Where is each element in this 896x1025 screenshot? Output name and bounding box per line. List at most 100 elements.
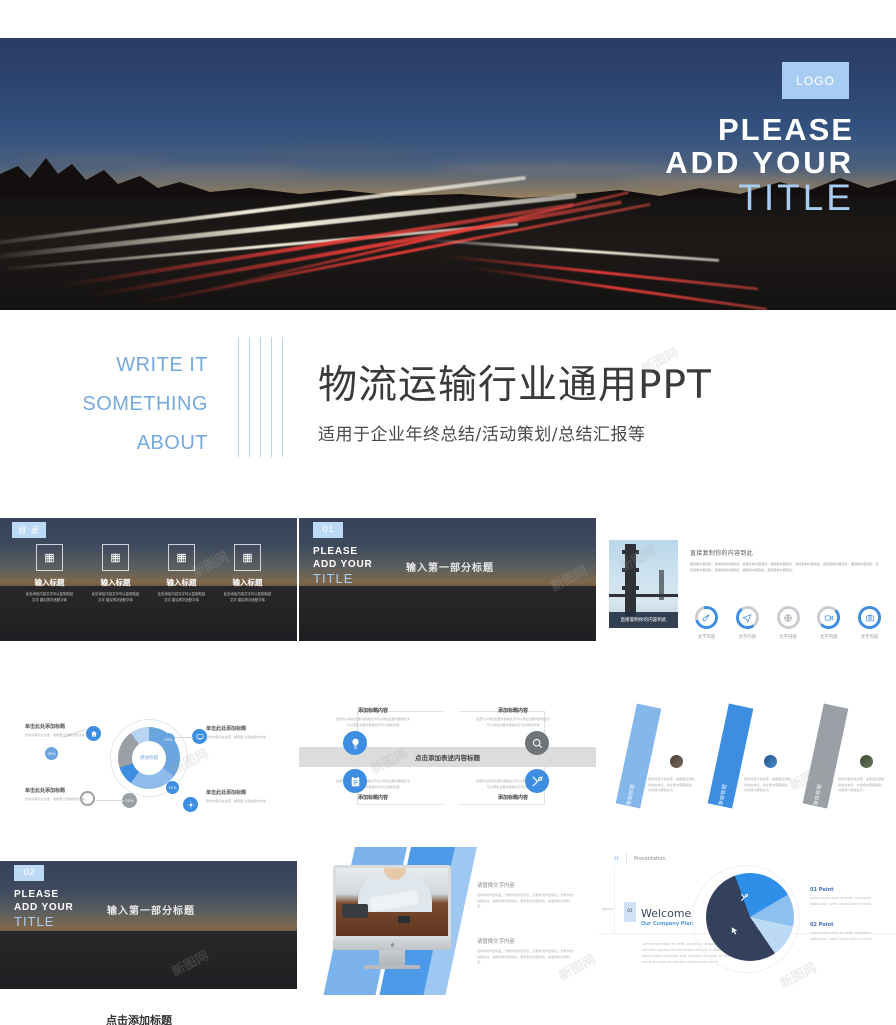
pie-point-desc: Lorem ipsum dolor sit amet, consetetur s… <box>810 930 872 941</box>
process-box: 添加标题内容 这里可以添加主要内容或文字可以添加主要内容或文字可以添加主要内容或… <box>335 707 411 728</box>
divider <box>626 854 628 863</box>
toc-item[interactable]: 输入标题 此处添加内容文字可以复制粘贴文字 建议再次适配字体 <box>92 544 140 604</box>
write-it-column: WRITE IT SOMETHING ABOUT <box>48 346 208 463</box>
bridge-text-block: 直接复制你的内容到此 据复制内容到此，直接复制内容到此，直接复制内容到此，据复制… <box>690 548 880 573</box>
donut-percent-badge: 35% <box>45 747 58 760</box>
imac-chin <box>333 939 451 950</box>
toc-item-desc: 此处添加内容文字可以复制粘贴文字 建议再次适配字体 <box>157 592 206 602</box>
pie-slide-area: 01 Presentation Ajency 01 Welcome Our Co… <box>598 847 895 995</box>
pie-point: 02 Point Lorem ipsum dolor sit amet, con… <box>810 922 888 943</box>
bridge-photo: 直接复制你的内容到此 <box>609 540 678 628</box>
progress-icon-item[interactable]: 文字内容 <box>812 606 845 640</box>
magnifier-icon[interactable] <box>525 731 549 755</box>
slide-thumb-section-01[interactable]: 01 PLEASE ADD YOUR TITLE 输入第一部分标题 新图网 <box>299 518 596 641</box>
monitor-icon <box>192 729 207 744</box>
section-line3: TITLE <box>313 571 354 586</box>
building-icon <box>168 544 195 571</box>
progress-icon-label: 文字内容 <box>738 635 757 640</box>
building-icon <box>234 544 261 571</box>
pie-slices <box>706 873 794 961</box>
toc-item-desc: 此处添加内容文字可以复制粘贴文字 建议再次适配字体 <box>91 592 140 602</box>
slide-thumb-slant-bars[interactable]: 添加标题 您的内容打在这里，或者通过复制您的文本后，在此框中选择粘贴，并选择只保… <box>598 681 895 827</box>
bridge-body: 据复制内容到此，直接复制内容到此，直接复制内容到此，据复制内容到此，直接复制内容… <box>690 562 879 572</box>
donut-percent-badge: 25% <box>162 733 175 746</box>
progress-icon-label: 文字内容 <box>819 635 838 640</box>
slant-bar-label: 添加标题 <box>812 783 823 807</box>
bridge-heading: 直接复制你的内容到此 <box>690 550 754 557</box>
process-box-title: 添加标题内容 <box>357 708 388 714</box>
section-line3: TITLE <box>14 914 55 929</box>
imac-block-desc: 复制你的内容到此，复制你的内容到此，复制你的内容到此，复制你的内容到此，复制你的… <box>477 949 573 965</box>
toc-item[interactable]: 输入标题 此处添加内容文字可以复制粘贴文字 建议再次适配字体 <box>224 544 272 604</box>
process-box-desc: 这里可以添加主要内容或文字可以添加主要内容或文字可以添加主要内容或文字可以添加内… <box>335 717 411 727</box>
building-icon <box>102 544 129 571</box>
donut-label-desc: 您的内容打在这里，或者通 过复制您的文本。 <box>206 799 269 803</box>
section-line1: PLEASE <box>14 889 59 900</box>
pie-header: 01 Presentation <box>614 854 666 863</box>
video-icon <box>817 606 841 629</box>
write-line-1: WRITE IT <box>116 354 208 376</box>
imac-base <box>364 965 420 969</box>
slant-bar-label: 添加标题 <box>625 783 636 807</box>
presentation-preview-page: LOGO PLEASE ADD YOUR TITLE WRITE IT SOME… <box>0 0 896 1025</box>
donut-label-desc: 您的内容打在这里，或者通 过复制您的文本。 <box>25 733 88 737</box>
section-number-tag: 01 <box>313 522 343 538</box>
write-line-2: SOMETHING <box>82 393 208 415</box>
vertical-rule <box>614 867 615 933</box>
pie-welcome-title: Welcome <box>641 907 692 920</box>
slant-thumb-photo <box>670 755 683 768</box>
donut-label: 单击此处添加标题 您的内容打在这里，或者通 过复制您的文本。 <box>206 789 284 805</box>
imac-photo <box>336 868 448 936</box>
slide-thumb-section-02[interactable]: 02 PLEASE ADD YOUR TITLE 输入第一部分标题 新图网 <box>0 861 297 989</box>
process-bar-label: 点击添加表述内容标题 <box>415 754 480 762</box>
slide-thumb-pie-chart[interactable]: 01 Presentation Ajency 01 Welcome Our Co… <box>598 847 895 995</box>
process-box-title: 添加标题内容 <box>497 795 528 802</box>
donut-label-title: 单击此处添加标题 <box>206 790 247 796</box>
clipboard-icon[interactable] <box>343 769 367 793</box>
imac-block-title: 请替换文字内容 <box>477 939 515 945</box>
section-number: 01 <box>322 525 334 535</box>
paper-plane-icon <box>733 604 761 631</box>
imac-screen <box>333 865 451 939</box>
donut-percent-badge: 20% <box>122 793 137 808</box>
slant-bar-text: 您的内容打在这里，或者通过复制您的文本后，在此框中选择粘贴，并选择只保留文字。 <box>744 777 791 793</box>
pie-point-desc: Lorem ipsum dolor sit amet, consetetur s… <box>810 896 872 906</box>
progress-icon-label: 文字内容 <box>697 635 716 640</box>
slide-thumb-imac[interactable]: 请替换文字内容 复制你的内容到此，复制你的内容到此，复制你的内容到此，复制你的内… <box>299 847 596 995</box>
slant-bar-label: 添加标题 <box>717 783 728 807</box>
donut-percent-badge: 10% <box>166 781 179 794</box>
slide-thumb-process[interactable]: 点击添加表述内容标题 添加标题内容 这里可以添加主要内容或文字可以添加主要内容或… <box>299 681 596 827</box>
toc-item-desc: 此处添加内容文字可以复制粘贴文字 建议再次适配字体 <box>25 592 74 602</box>
imac-mockup <box>333 865 451 969</box>
cursor-icon <box>730 923 739 941</box>
tools-icon[interactable] <box>525 769 549 793</box>
process-box-desc: 这里可以添加主要内容或文字可以添加主要内容或文字可以添加主要内容或文字可以添加内… <box>475 717 551 727</box>
process-center-bar: 点击添加表述内容标题 <box>299 747 596 767</box>
imac-text-block: 请替换文字内容 复制你的内容到此，复制你的内容到此，复制你的内容到此，复制你的内… <box>477 881 575 910</box>
section-line2: ADD YOUR <box>14 901 74 913</box>
imac-block-title: 请替换文字内容 <box>477 883 515 889</box>
section-title-block: PLEASE ADD YOUR TITLE <box>313 546 373 587</box>
slide-thumb-bridge-content[interactable]: 直接复制你的内容到此 直接复制你的内容到此 据复制内容到此，直接复制内容到此，直… <box>598 518 895 641</box>
donut-label-desc: 您的内容打在这里，或者通 过复制您的文本。 <box>25 797 88 801</box>
toc-item-desc: 此处添加内容文字可以复制粘贴文字 建议再次适配字体 <box>223 592 272 602</box>
slant-bar-text: 您的内容打在这里，或者通过复制您的文本后，在此框中选择粘贴，并选择只保留文字。 <box>648 777 695 793</box>
progress-icon-item[interactable]: 文字内容 <box>853 601 886 640</box>
lightbulb-icon[interactable] <box>343 731 367 755</box>
pie-point-title: 01 Point <box>810 887 834 893</box>
progress-icon-item[interactable]: 文字内容 <box>772 606 805 640</box>
imac-stand <box>379 950 405 965</box>
slide-thumb-toc[interactable]: 目 录 输入标题 此处添加内容文字可以复制粘贴文字 建议再次适配字体 输入标题 … <box>0 518 297 641</box>
toc-item-label: 输入标题 <box>232 578 263 587</box>
progress-icon-item[interactable]: 文字内容 <box>690 601 723 640</box>
toc-item[interactable]: 输入标题 此处添加内容文字可以复制粘贴文字 建议再次适配字体 <box>26 544 74 604</box>
connector-line <box>175 737 193 738</box>
main-title-block: 物流运输行业通用PPT 适用于企业年终总结/活动策划/总结汇报等 <box>318 354 712 445</box>
donut-center-label: 添加标题 <box>139 756 159 761</box>
progress-icon-item[interactable]: 文字内容 <box>731 604 764 640</box>
hero-banner: LOGO PLEASE ADD YOUR TITLE <box>0 38 896 310</box>
title-band: WRITE IT SOMETHING ABOUT 物流运输行业通用PPT 适用于… <box>0 310 896 515</box>
donut-label-title: 单击此处添加标题 <box>25 724 66 730</box>
slide-thumb-donut-chart[interactable]: 添加标题 35% 25% 10% 20% 单击此处添加标题 您的内容打在这里，或… <box>0 681 297 827</box>
toc-item[interactable]: 输入标题 此处添加内容文字可以复制粘贴文字 建议再次适配字体 <box>158 544 206 604</box>
